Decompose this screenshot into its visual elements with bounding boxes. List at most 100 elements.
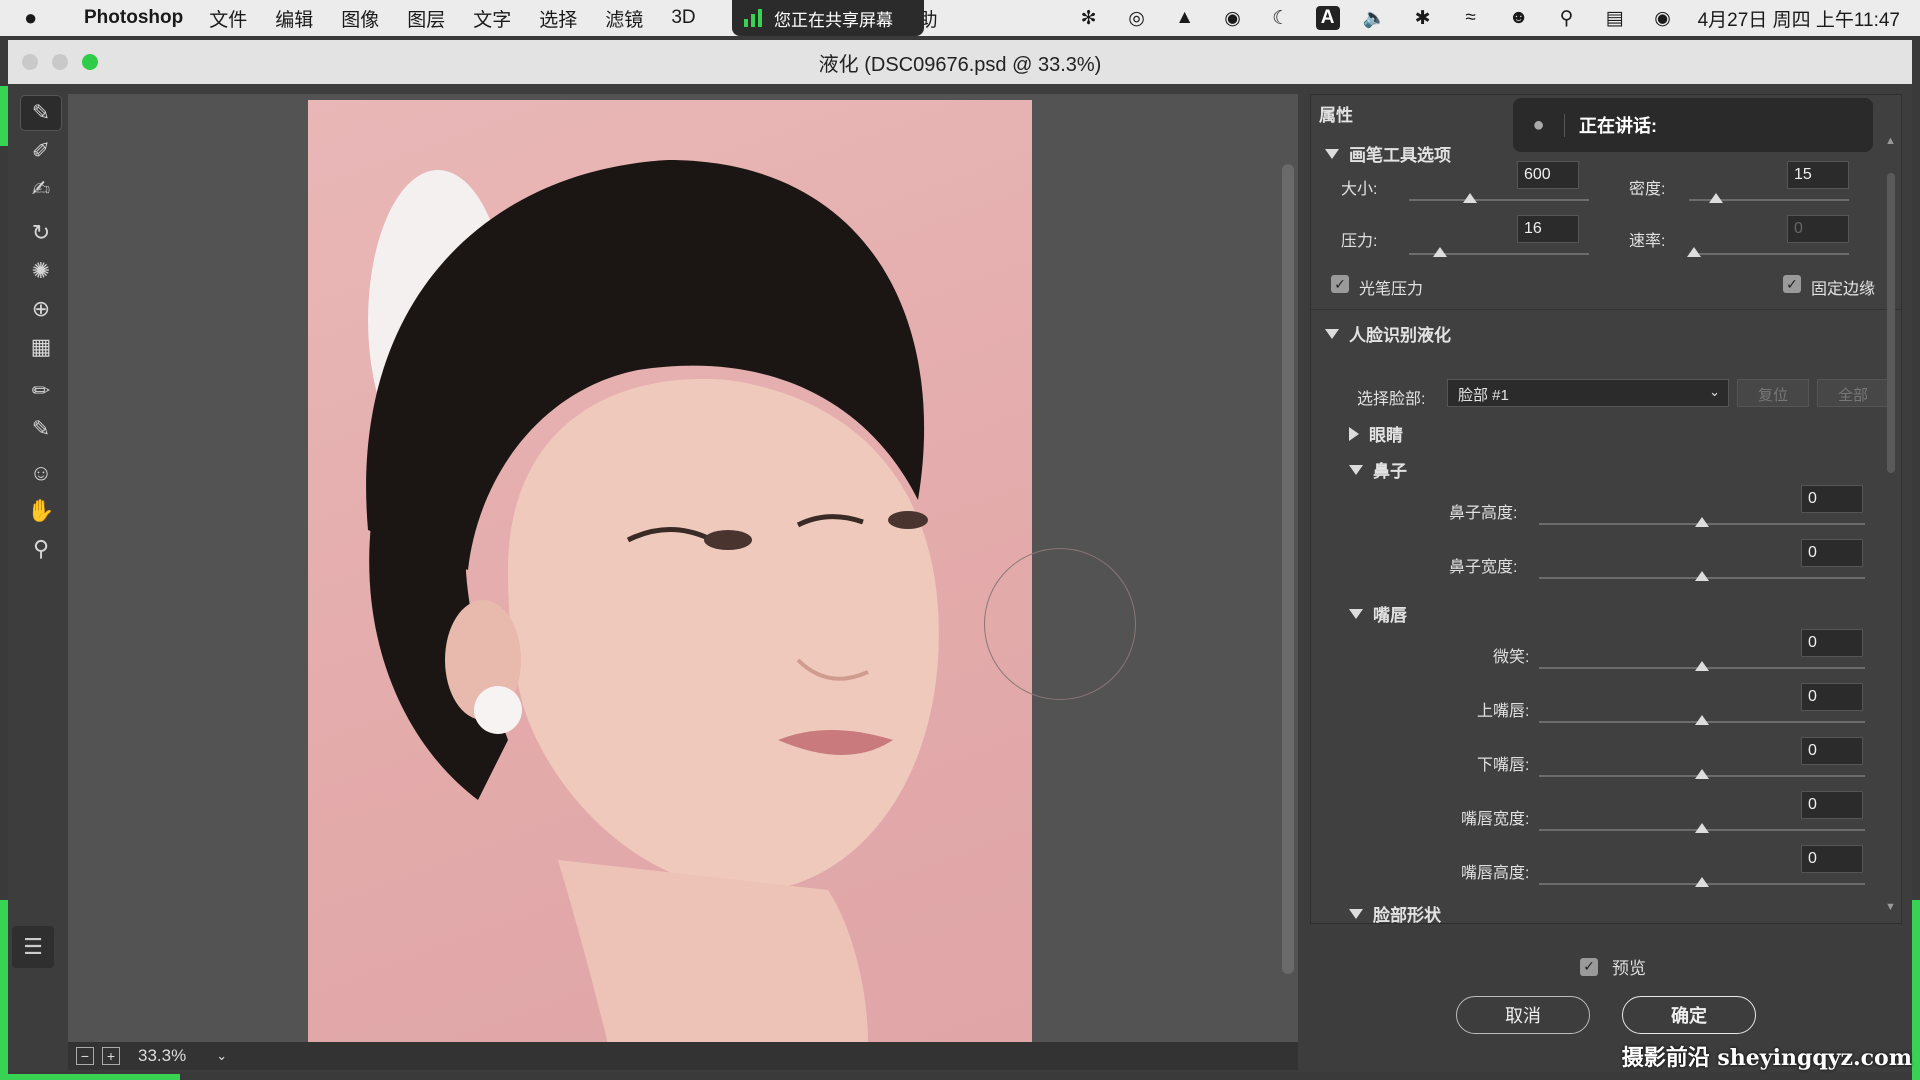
siri-icon[interactable]: ◉ [1650,5,1676,31]
face-aware-header[interactable]: 人脸识别液化 [1325,321,1451,346]
search-icon[interactable]: ⚲ [1554,5,1580,31]
wifi-icon[interactable]: ≈ [1458,5,1484,31]
canvas-area[interactable] [68,94,1298,1050]
app-icon-1[interactable]: ✻ [1076,5,1102,31]
brush-options-title: 画笔工具选项 [1349,146,1451,165]
menu-filter[interactable]: 滤镜 [605,5,643,32]
zoom-window-button[interactable] [82,54,98,70]
properties-scroll-thumb[interactable] [1887,173,1895,473]
status-area: ✻ ◎ ▲ ◉ ☾ A 🔈 ✱ ≈ ☻ ⚲ ▤ ◉ 4月27日 周四 上午11:… [1076,0,1900,36]
smooth-tool-icon[interactable]: ✍ [21,172,61,206]
nose-height-slider-thumb[interactable] [1695,517,1709,527]
panel-toggle-icon[interactable]: ☰ [12,926,54,968]
menu-3d[interactable]: 3D [671,7,695,29]
nose-header[interactable]: 鼻子 [1349,457,1407,482]
menu-image[interactable]: 图像 [341,5,379,32]
hand-tool-icon[interactable]: ✋ [21,494,61,528]
share-border-left [0,86,8,146]
portrait-photo[interactable] [308,100,1032,1044]
properties-scrollbar[interactable]: ▲ ▼ [1885,135,1897,915]
screen-share-banner[interactable]: 您正在共享屏幕 [732,0,924,36]
preview-checkbox[interactable]: ✓ [1580,957,1598,976]
lower-lip-input[interactable]: 0 [1801,737,1863,765]
menu-layer[interactable]: 图层 [407,5,445,32]
menu-type[interactable]: 文字 [473,5,511,32]
mouth-height-input[interactable]: 0 [1801,845,1863,873]
apple-menu-icon[interactable]: ● [24,5,64,31]
canvas-scrollbar[interactable] [1282,164,1294,974]
stylus-pressure-checkbox[interactable]: ✓ [1331,275,1349,293]
rate-slider[interactable] [1689,253,1849,255]
face-shape-header[interactable]: 脸部形状 [1349,901,1441,926]
bluetooth-icon[interactable]: ✱ [1410,5,1436,31]
pressure-slider-thumb[interactable] [1433,247,1447,257]
select-face-label: 选择脸部: [1357,391,1426,408]
nose-width-slider-thumb[interactable] [1695,571,1709,581]
size-slider[interactable] [1409,199,1589,201]
density-slider-thumb[interactable] [1709,193,1723,203]
menu-file[interactable]: 文件 [209,5,247,32]
twirl-tool-icon[interactable]: ↻ [21,216,61,250]
pucker-tool-icon[interactable]: ✺ [21,254,61,288]
mouth-width-slider-thumb[interactable] [1695,823,1709,833]
rate-slider-thumb[interactable] [1687,247,1701,257]
input-method-icon[interactable]: A [1315,6,1340,30]
upper-lip-input[interactable]: 0 [1801,683,1863,711]
mouth-height-slider-thumb[interactable] [1695,877,1709,887]
size-slider-thumb[interactable] [1463,193,1477,203]
preview-label: 预览 [1612,959,1646,978]
menu-select[interactable]: 选择 [539,5,577,32]
freeze-mask-tool-icon[interactable]: ✏ [21,374,61,408]
minimize-window-button[interactable] [52,54,68,70]
upper-lip-slider-thumb[interactable] [1695,715,1709,725]
nose-height-input[interactable]: 0 [1801,485,1863,513]
face-aware-title: 人脸识别液化 [1349,326,1451,345]
rate-input[interactable]: 0 [1787,215,1849,243]
moon-icon[interactable]: ☾ [1268,5,1294,31]
size-input[interactable]: 600 [1517,161,1579,189]
mouth-header[interactable]: 嘴唇 [1349,601,1407,626]
bloat-tool-icon[interactable]: ⊕ [21,292,61,326]
thaw-mask-tool-icon[interactable]: ✎ [21,412,61,446]
brush-options-header[interactable]: 画笔工具选项 [1325,141,1451,166]
density-input[interactable]: 15 [1787,161,1849,189]
forward-warp-tool-icon[interactable]: ✎ [20,95,62,131]
volume-icon[interactable]: 🔈 [1362,5,1388,31]
pressure-input[interactable]: 16 [1517,215,1579,243]
app-icon-3[interactable]: ▲ [1172,5,1198,31]
share-border-bottom [0,1074,180,1080]
push-left-tool-icon[interactable]: ▦ [21,330,61,364]
user-icon[interactable]: ☻ [1506,5,1532,31]
cancel-button[interactable]: 取消 [1456,996,1590,1034]
speaking-label: 正在讲话: [1579,116,1657,136]
menu-edit[interactable]: 编辑 [275,5,313,32]
mouth-width-input[interactable]: 0 [1801,791,1863,819]
smile-input[interactable]: 0 [1801,629,1863,657]
all-button[interactable]: 全部 [1817,379,1889,407]
ok-button[interactable]: 确定 [1622,996,1756,1034]
collapse-triangle-icon [1325,328,1339,339]
reset-button[interactable]: 复位 [1737,379,1809,407]
lower-lip-slider-thumb[interactable] [1695,769,1709,779]
control-center-icon[interactable]: ▤ [1602,5,1628,31]
reconstruct-tool-icon[interactable]: ✐ [21,134,61,168]
app-icon-4[interactable]: ◉ [1220,5,1246,31]
face-tool-icon[interactable]: ☺ [21,456,61,490]
pin-edges-checkbox[interactable]: ✓ [1783,275,1801,293]
zoom-dropdown-icon[interactable]: ⌄ [216,1048,227,1064]
app-icon-2[interactable]: ◎ [1124,5,1150,31]
scroll-down-icon[interactable]: ▼ [1885,901,1896,913]
zoom-out-button[interactable]: − [76,1047,94,1065]
scroll-up-icon[interactable]: ▲ [1885,135,1896,147]
zoom-tool-icon[interactable]: ⚲ [21,532,61,566]
eyes-header[interactable]: 眼睛 [1349,421,1403,446]
zoom-in-button[interactable]: + [102,1047,120,1065]
nose-width-input[interactable]: 0 [1801,539,1863,567]
select-face-dropdown[interactable]: 脸部 #1 ⌄ [1447,379,1729,407]
menubar-clock[interactable]: 4月27日 周四 上午11:47 [1698,5,1900,32]
smile-slider-thumb[interactable] [1695,661,1709,671]
zoom-level[interactable]: 33.3% [138,1046,186,1066]
lower-lip-label: 下嘴唇: [1477,757,1530,774]
close-window-button[interactable] [22,54,38,70]
app-menu[interactable]: Photoshop [84,7,183,29]
